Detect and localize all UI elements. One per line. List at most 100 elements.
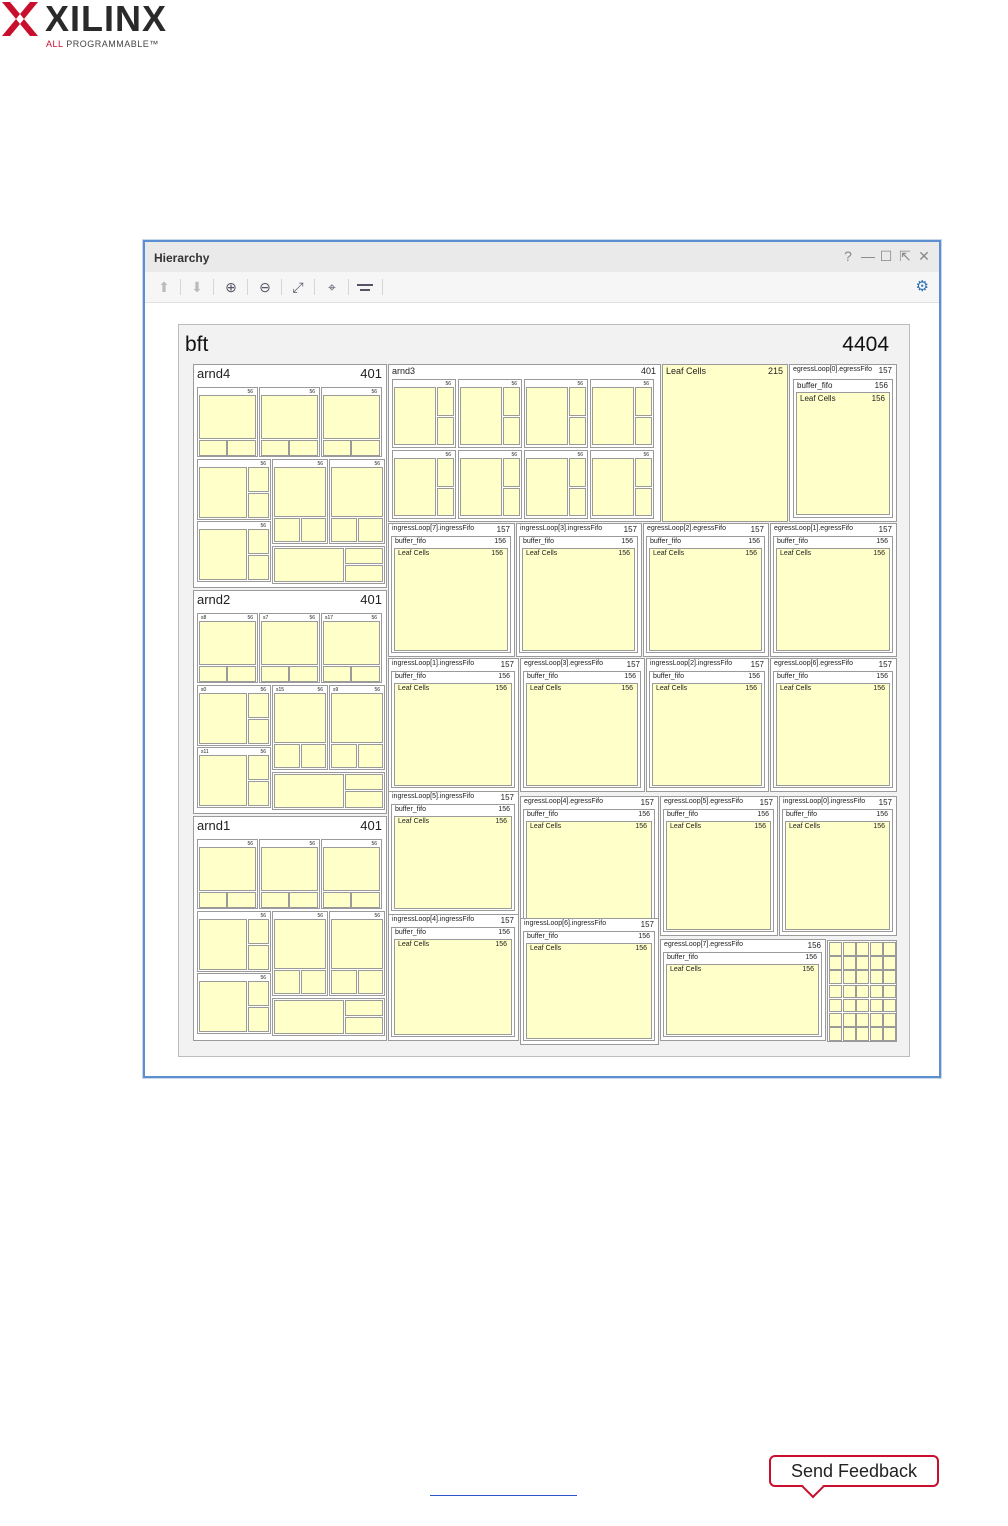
leaf-cell[interactable] <box>351 440 380 456</box>
leaf-cell[interactable] <box>869 1027 883 1041</box>
footer-link[interactable] <box>430 1495 577 1496</box>
leaf-cell[interactable] <box>199 847 256 891</box>
leaf-cell[interactable] <box>592 458 634 516</box>
leaf-cell[interactable] <box>569 458 586 487</box>
fifo-node[interactable]: ingressLoop[5].ingressFifo 157 buffer_fifo… <box>388 791 519 915</box>
leaf-cell[interactable] <box>289 440 318 456</box>
leaf-cell[interactable] <box>503 417 520 445</box>
sub-node[interactable]: 56 <box>321 839 382 909</box>
fifo-node[interactable]: egressLoop[4].egressFifo 157 buffer_fifo 15… <box>520 796 659 936</box>
leaf-cell[interactable] <box>856 998 870 1013</box>
sub-node[interactable]: s17 56 <box>321 613 382 683</box>
sub-node[interactable]: s9 56 <box>329 685 385 770</box>
buffer-fifo[interactable]: buffer_fifo 156 Leaf Cells 156 <box>649 671 765 788</box>
leaf-cell[interactable] <box>301 518 326 542</box>
leaf-cell[interactable] <box>301 970 326 994</box>
leaf-cell[interactable] <box>856 1013 870 1027</box>
leaf-cell[interactable] <box>842 956 856 970</box>
gear-icon[interactable]: ⚙ <box>916 277 929 297</box>
leaf-cell[interactable] <box>437 417 454 445</box>
leaf-cell[interactable] <box>199 621 256 665</box>
leaf-cell[interactable] <box>358 970 383 994</box>
node-leaf-cells-top[interactable]: Leaf Cells 215 <box>662 364 788 522</box>
leaf-cell[interactable] <box>883 970 897 984</box>
leaf-cell[interactable] <box>248 755 269 780</box>
leaf-cell[interactable] <box>883 1027 897 1041</box>
leaf-cell[interactable] <box>635 417 652 445</box>
fifo-node[interactable]: egressLoop[7].egressFifo 156 buffer_fifo 15… <box>660 939 826 1041</box>
leaf-cell[interactable] <box>227 666 256 682</box>
fifo-node[interactable]: egressLoop[6].egressFifo 157 buffer_fifo 15… <box>770 658 897 792</box>
leaf-cell[interactable] <box>289 892 318 908</box>
leaf-cell[interactable] <box>394 387 436 445</box>
node-arnd1[interactable]: arnd1 401 56 56 56 56 56 56 56 <box>193 816 387 1041</box>
leaf-cell[interactable] <box>635 488 652 516</box>
fifo-node[interactable]: ingressLoop[6].ingressFifo 157 buffer_fifo… <box>520 918 659 1045</box>
leaf-cell[interactable] <box>248 693 269 718</box>
leaf-cell[interactable] <box>569 417 586 445</box>
node-egress-loop-0[interactable]: egressLoop[0].egressFifo 157 buffer_fifo 1… <box>789 364 897 522</box>
leaf-cells[interactable]: Leaf Cells 156 <box>666 821 771 930</box>
sub-node[interactable]: 56 <box>272 459 328 544</box>
float-icon[interactable]: ⇱ <box>897 248 913 264</box>
leaf-cell[interactable] <box>883 956 897 970</box>
leaf-cells[interactable]: Leaf Cells 156 <box>526 683 638 786</box>
leaf-cell[interactable] <box>829 1027 842 1041</box>
sub-node[interactable]: 56 <box>321 387 382 457</box>
leaf-cell[interactable] <box>323 847 380 891</box>
leaf-cell[interactable] <box>199 981 247 1032</box>
leaf-cell[interactable] <box>261 666 289 682</box>
buffer-fifo[interactable]: buffer_fifo 156 Leaf Cells 156 <box>663 809 774 932</box>
send-feedback-button[interactable]: Send Feedback <box>769 1455 939 1487</box>
leaf-cells[interactable]: Leaf Cells 156 <box>394 816 512 909</box>
sub-node[interactable]: s11 56 <box>197 747 271 808</box>
sub-node[interactable]: 56 <box>590 450 654 519</box>
zoom-fit-icon[interactable]: ⤢ <box>287 277 309 297</box>
sub-node[interactable]: s8 56 <box>197 613 258 683</box>
leaf-cell[interactable] <box>199 529 247 580</box>
leaf-cell[interactable] <box>635 387 652 416</box>
leaf-cell[interactable] <box>345 1017 383 1034</box>
leaf-cell[interactable] <box>331 970 357 994</box>
buffer-fifo[interactable]: buffer_fifo 156 Leaf Cells 156 <box>391 804 515 911</box>
sub-node[interactable]: s7 56 <box>259 613 320 683</box>
sub-node[interactable]: 56 <box>329 459 385 544</box>
leaf-cell[interactable] <box>345 791 383 808</box>
sub-node[interactable]: 56 <box>392 379 456 448</box>
leaf-cell[interactable] <box>274 1000 344 1034</box>
leaf-cells[interactable]: Leaf Cells 156 <box>394 939 512 1035</box>
sub-node[interactable]: s15 56 <box>272 685 328 770</box>
leaf-cell[interactable] <box>289 666 318 682</box>
flatten-icon[interactable] <box>357 282 373 292</box>
fifo-node[interactable]: egressLoop[2].egressFifo 157 buffer_fifo 15… <box>643 523 769 657</box>
leaf-cell[interactable] <box>248 945 269 970</box>
zoom-in-icon[interactable]: ⊕ <box>220 277 242 297</box>
buffer-fifo[interactable]: buffer_fifo 156 Leaf Cells 156 <box>782 809 893 932</box>
buffer-fifo[interactable]: buffer_fifo 156 Leaf Cells 156 <box>523 931 655 1041</box>
leaf-cell[interactable] <box>199 666 227 682</box>
fifo-node[interactable]: ingressLoop[7].ingressFifo 157 buffer_fifo… <box>388 523 515 657</box>
leaf-cell[interactable] <box>503 387 520 416</box>
leaf-cell[interactable] <box>301 744 326 768</box>
leaf-cell[interactable] <box>331 744 357 768</box>
leaf-cell[interactable] <box>248 467 269 492</box>
zoom-out-icon[interactable]: ⊖ <box>254 277 276 297</box>
node-arnd2[interactable]: arnd2 401 s8 56 s7 56 s17 56 s0 56 s11 56 s15 56 s9 56 <box>193 590 387 814</box>
leaf-cells[interactable]: Leaf Cells 156 <box>776 548 890 651</box>
leaf-cell[interactable] <box>869 942 883 956</box>
leaf-cell[interactable] <box>883 942 897 956</box>
sub-node[interactable]: 56 <box>197 911 271 972</box>
maximize-icon[interactable]: ☐ <box>878 248 894 264</box>
leaf-cell[interactable] <box>635 458 652 487</box>
leaf-cell[interactable] <box>460 458 502 516</box>
buffer-fifo[interactable]: buffer_fifo 156 Leaf Cells 156 <box>391 671 515 788</box>
leaf-cell[interactable] <box>869 970 883 984</box>
hierarchy-treemap[interactable]: bft 4404 arnd4 401 56 56 56 56 56 56 56 arnd2 40… <box>178 324 910 1057</box>
leaf-cell[interactable] <box>842 1013 856 1027</box>
leaf-cell[interactable] <box>869 956 883 970</box>
leaf-cell[interactable] <box>869 998 883 1013</box>
leaf-cells[interactable]: Leaf Cells 156 <box>522 548 635 651</box>
leaf-cell[interactable] <box>569 387 586 416</box>
fifo-node[interactable]: ingressLoop[1].ingressFifo 157 buffer_fifo… <box>388 658 519 792</box>
leaf-cell[interactable] <box>274 774 344 808</box>
